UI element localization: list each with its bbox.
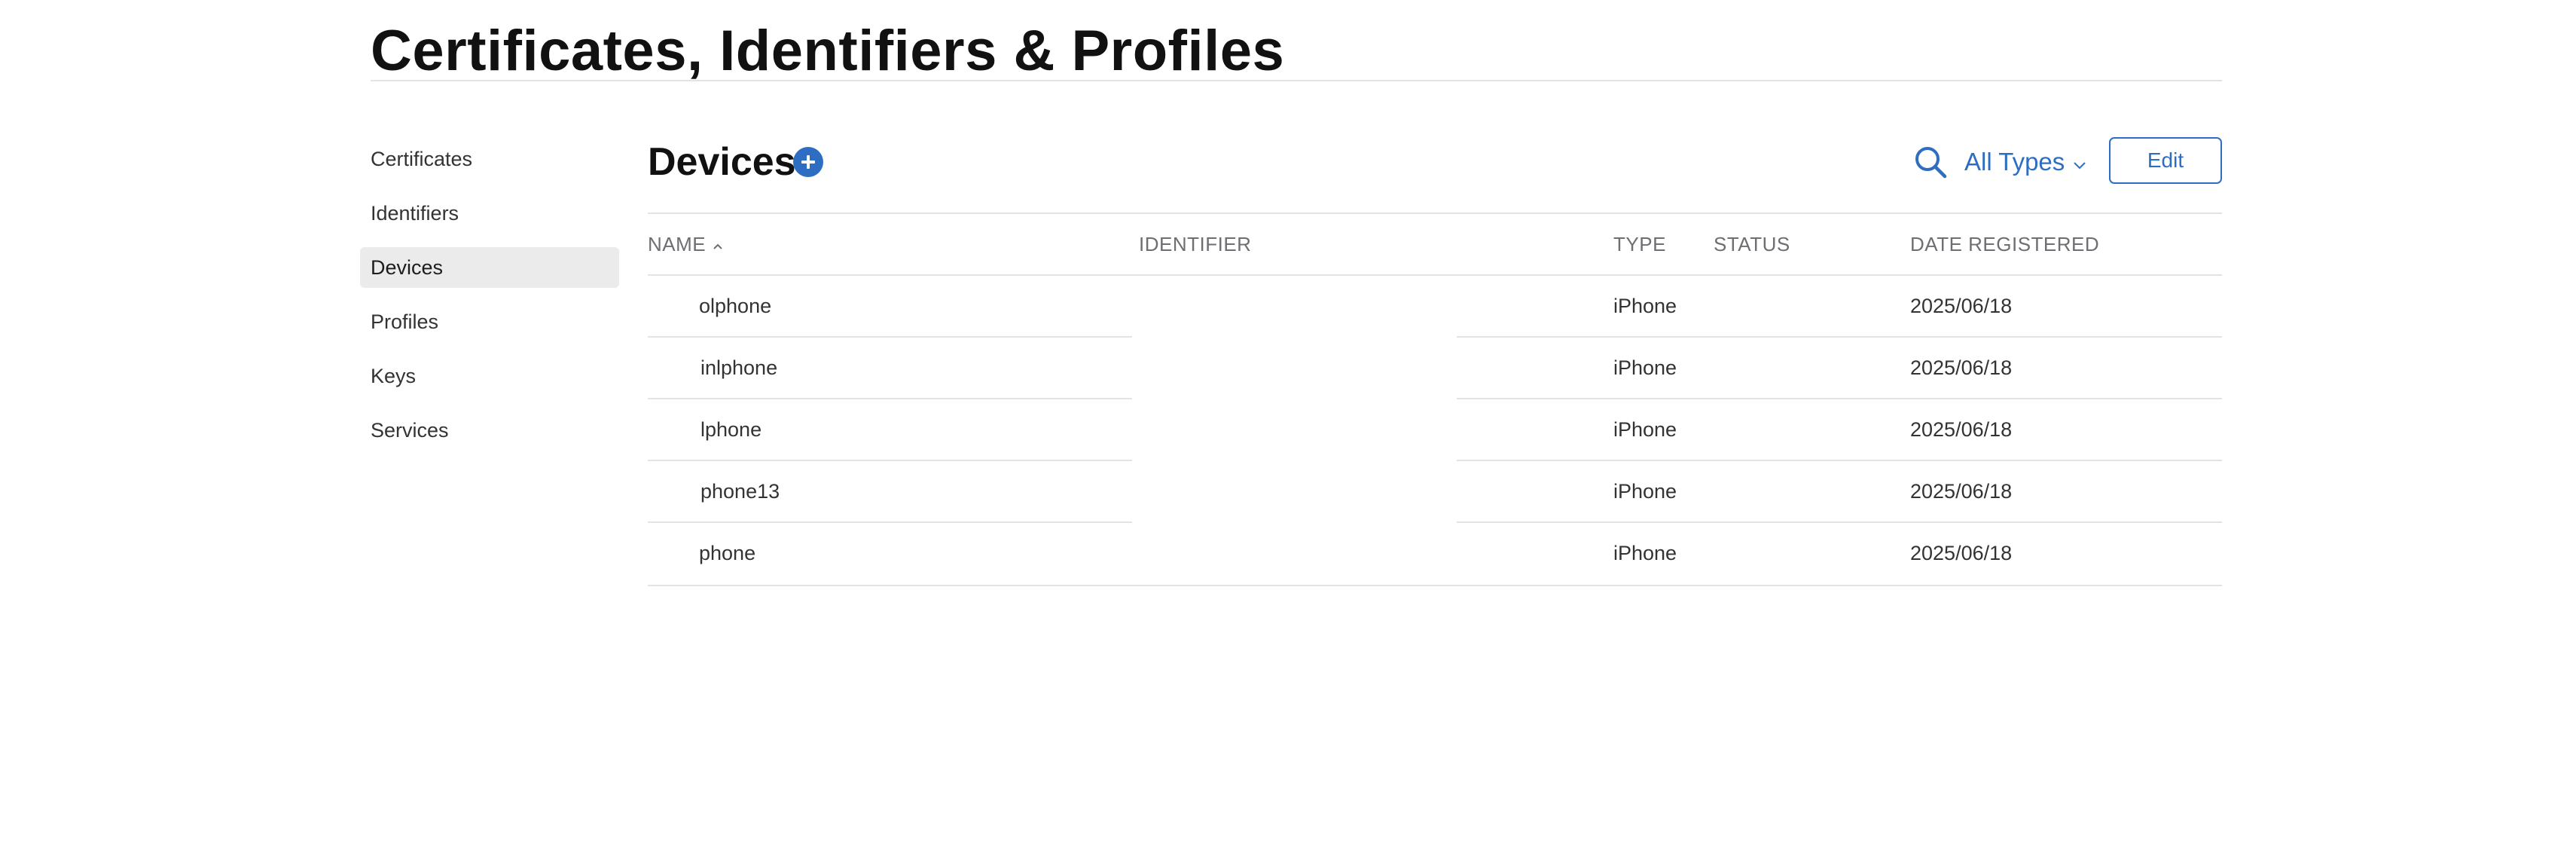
sidebar-item-profiles[interactable]: Profiles [360,301,619,342]
table-row[interactable]: inlphone iPhone 2025/06/18 [648,338,2222,399]
sidebar-item-label: Devices [371,255,444,279]
sidebar-item-certificates[interactable]: Certificates [360,139,619,179]
search-button[interactable] [1912,143,1951,182]
sidebar-item-devices[interactable]: Devices [360,247,619,288]
sidebar-item-label: Keys [371,364,417,387]
search-icon [1915,147,1947,179]
device-date-cell: 2025/06/18 [1910,541,2013,564]
column-header-status[interactable]: STATUS [1714,214,1790,274]
chevron-down-icon [2072,148,2087,176]
device-type-cell: iPhone [1613,417,1677,441]
device-name-cell: inlphone [648,338,1130,398]
title-divider [371,80,2222,81]
device-name: lphone [700,417,762,441]
type-filter-label: All Types [1964,148,2065,176]
column-header-identifier[interactable]: IDENTIFIER [1139,214,1251,274]
device-type-cell: iPhone [1613,356,1677,379]
device-name: phone13 [700,479,780,503]
device-name-cell: olphone [648,276,1130,336]
device-date-cell: 2025/06/18 [1910,294,2013,317]
column-header-label: STATUS [1714,232,1790,255]
table-header: NAME IDENTIFIER TYPE STATUS DATE REGISTE… [648,214,2222,276]
device-date-cell: 2025/06/18 [1910,417,2013,441]
sidebar-item-label: Identifiers [371,201,459,225]
chevron-up-icon [712,233,724,256]
page: Certificates, Identifiers & Profiles Cer… [0,0,2576,850]
device-type-cell: iPhone [1613,541,1677,564]
sidebar-item-identifiers[interactable]: Identifiers [360,193,619,234]
device-type-cell: iPhone [1613,294,1677,317]
sidebar-item-services[interactable]: Services [360,410,619,451]
edit-button[interactable]: Edit [2109,137,2222,184]
column-header-label: IDENTIFIER [1139,232,1252,255]
type-filter-dropdown[interactable]: All Types [1964,143,2087,181]
table-row[interactable]: lphone iPhone 2025/06/18 [648,399,2222,461]
sidebar-item-label: Profiles [371,310,439,333]
column-header-label: TYPE [1613,232,1666,255]
sidebar: Certificates Identifiers Devices Profile… [360,139,619,464]
table-row[interactable]: olphone iPhone 2025/06/18 [648,276,2222,338]
device-name: inlphone [700,356,778,379]
devices-table: NAME IDENTIFIER TYPE STATUS DATE REGISTE… [648,212,2222,586]
page-title: Certificates, Identifiers & Profiles [371,19,1285,83]
sidebar-item-label: Services [371,418,449,442]
table-row[interactable]: phone13 iPhone 2025/06/18 [648,461,2222,523]
device-name-cell: lphone [648,399,1130,460]
sidebar-item-label: Certificates [371,147,473,170]
column-header-label: DATE REGISTERED [1910,232,2100,255]
column-header-date-registered[interactable]: DATE REGISTERED [1910,214,2099,274]
device-name-cell: phone13 [648,461,1130,521]
device-name: phone [699,541,756,564]
table-row[interactable]: phone iPhone 2025/06/18 [648,523,2222,586]
column-header-name[interactable]: NAME [648,214,724,274]
add-device-button[interactable] [793,147,823,177]
device-date-cell: 2025/06/18 [1910,479,2013,503]
device-name: olphone [699,294,772,317]
device-date-cell: 2025/06/18 [1910,356,2013,379]
device-type-cell: iPhone [1613,479,1677,503]
device-name-cell: phone [648,523,1130,583]
section-title: Devices [648,140,796,184]
column-header-type[interactable]: TYPE [1613,214,1666,274]
plus-circle-icon [801,155,815,169]
sidebar-item-keys[interactable]: Keys [360,356,619,396]
column-header-label: NAME [648,232,707,255]
